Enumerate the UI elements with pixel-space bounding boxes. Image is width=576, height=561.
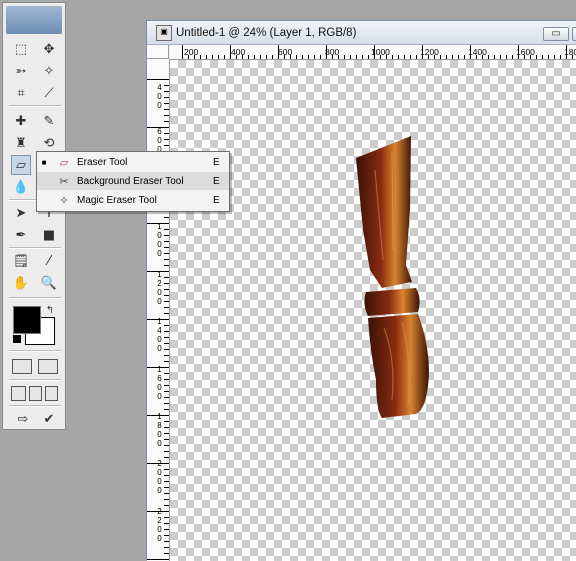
checkmark-icon[interactable]: ✔ xyxy=(39,409,59,429)
magic-wand-icon[interactable]: ✧ xyxy=(39,61,59,81)
blur-icon[interactable]: 💧 xyxy=(11,177,31,197)
flyout-item-shortcut: E xyxy=(213,156,220,168)
default-colors-icon[interactable] xyxy=(13,335,21,343)
ruler-label: 1400 xyxy=(468,47,487,57)
flyout-item-label: Eraser Tool xyxy=(77,156,128,168)
move-icon[interactable]: ✥ xyxy=(39,39,59,59)
document-title: Untitled-1 @ 24% (Layer 1, RGB/8) xyxy=(176,26,357,39)
flyout-item-label: Magic Eraser Tool xyxy=(77,194,157,206)
ruler-label: 1600 xyxy=(157,365,162,401)
ruler-label: 2000 xyxy=(157,459,162,495)
toolbox-divider xyxy=(9,297,61,299)
ruler-label: 600 xyxy=(278,47,293,57)
history-brush-icon[interactable]: ⟲ xyxy=(39,133,59,153)
ruler-label: 800 xyxy=(325,47,340,57)
minimize-button[interactable]: ▭ xyxy=(543,27,569,41)
swap-colors-icon[interactable]: ↰ xyxy=(43,303,57,317)
shape-icon[interactable]: ■ xyxy=(39,225,59,245)
ruler-label: 200 xyxy=(184,47,199,57)
toolbox-divider xyxy=(9,350,61,352)
magic-eraser-icon: ✧ xyxy=(59,193,69,207)
marquee-icon[interactable]: ⬚ xyxy=(11,39,31,59)
flyout-item-magic-eraser-tool[interactable]: ✧ Magic Eraser Tool E xyxy=(37,191,229,209)
eraser-icon[interactable]: ▱ xyxy=(11,155,31,175)
ruler-label: 1000 xyxy=(157,222,162,258)
flyout-item-shortcut: E xyxy=(213,194,220,206)
notes-icon[interactable]: 🗒 xyxy=(11,251,31,271)
handle-bulb xyxy=(368,314,429,418)
ruler-label: 600 xyxy=(157,127,162,154)
document-window: ▣ Untitled-1 @ 24% (Layer 1, RGB/8) ▭ □ … xyxy=(146,20,576,561)
ruler-label: 1200 xyxy=(157,270,162,306)
foreground-color-swatch[interactable] xyxy=(13,306,41,334)
hand-icon[interactable]: ✋ xyxy=(11,273,31,293)
eraser-icon: ▱ xyxy=(59,155,69,169)
full-screen-menu-mode-button[interactable] xyxy=(29,386,42,401)
ruler-label: 1800 xyxy=(157,412,162,448)
wooden-handle-image xyxy=(356,136,429,418)
feather-logo-icon[interactable] xyxy=(6,6,62,34)
flyout-item-eraser-tool[interactable]: ■ ▱ Eraser Tool E xyxy=(37,153,229,171)
ruler-label: 1000 xyxy=(371,47,390,57)
tools-palette: ⬚ ✥ ➳ ✧ ⌗ ⟋ ✚ ✎ ♜ ⟲ ▱ ▤ 💧 ● ➤ T ✒ ■ 🗒 ⁄ … xyxy=(2,2,66,430)
selected-bullet-icon: ■ xyxy=(41,157,47,167)
ruler-label: 1800 xyxy=(564,47,576,57)
ruler-label: 1400 xyxy=(157,317,162,353)
lasso-icon[interactable]: ➳ xyxy=(11,61,31,81)
vertical-ruler[interactable]: 400 600 800 1000 1200 1400 1600 1800 200… xyxy=(147,59,170,561)
eraser-tool-flyout-menu: ■ ▱ Eraser Tool E ✂ Background Eraser To… xyxy=(36,151,230,212)
background-eraser-icon: ✂ xyxy=(59,174,69,188)
ruler-label: 2200 xyxy=(157,507,162,543)
flyout-item-background-eraser-tool[interactable]: ✂ Background Eraser Tool E xyxy=(37,172,229,190)
path-selection-icon[interactable]: ➤ xyxy=(11,203,31,223)
ruler-label: 1600 xyxy=(516,47,535,57)
eyedropper-icon[interactable]: ⁄ xyxy=(39,251,59,271)
brush-icon[interactable]: ✎ xyxy=(39,111,59,131)
document-icon: ▣ xyxy=(156,24,172,41)
toolbox-divider xyxy=(9,405,61,407)
jump-to-imageready-icon[interactable]: ⇨ xyxy=(11,409,35,429)
ruler-label: 400 xyxy=(157,83,162,110)
ruler-origin[interactable] xyxy=(147,45,169,59)
canvas[interactable] xyxy=(170,60,576,561)
toolbox-divider xyxy=(9,105,61,107)
horizontal-ruler[interactable]: 200 400 600 800 1000 1200 1400 1600 1800 xyxy=(170,45,576,60)
document-title-bar[interactable]: ▣ Untitled-1 @ 24% (Layer 1, RGB/8) ▭ □ xyxy=(147,21,576,45)
handle-ring xyxy=(364,288,420,316)
quick-mask-mode-button[interactable] xyxy=(38,359,58,374)
toolbox-divider xyxy=(9,247,61,249)
standard-mode-button[interactable] xyxy=(12,359,32,374)
ruler-label: 1200 xyxy=(420,47,439,57)
handle-upper-shaft xyxy=(356,136,412,288)
clone-stamp-icon[interactable]: ♜ xyxy=(11,133,31,153)
zoom-icon[interactable]: 🔍 xyxy=(39,273,59,293)
flyout-item-label: Background Eraser Tool xyxy=(77,175,184,187)
ruler-label: 400 xyxy=(231,47,246,57)
standard-screen-mode-button[interactable] xyxy=(11,386,26,401)
maximize-button[interactable]: □ xyxy=(572,27,576,41)
toolbox-divider xyxy=(9,379,61,381)
pen-icon[interactable]: ✒ xyxy=(11,225,31,245)
flyout-item-shortcut: E xyxy=(213,175,220,187)
slice-icon[interactable]: ⟋ xyxy=(39,83,59,103)
healing-brush-icon[interactable]: ✚ xyxy=(11,111,31,131)
crop-icon[interactable]: ⌗ xyxy=(11,83,31,103)
full-screen-mode-button[interactable] xyxy=(45,386,58,401)
